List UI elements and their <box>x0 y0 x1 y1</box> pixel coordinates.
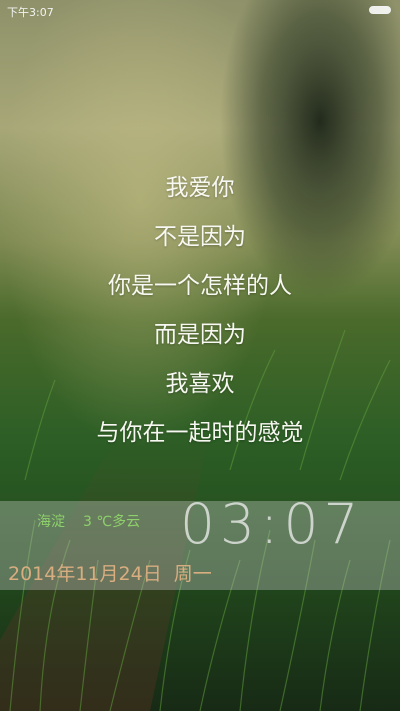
date-text: 2014年11月24日 <box>8 563 162 585</box>
poem-line: 我爱你 <box>165 175 235 201</box>
weather-temperature: 3 ℃ <box>83 514 113 530</box>
poem-line: 你是一个怎样的人 <box>108 273 292 299</box>
poem-line: 不是因为 <box>154 224 246 250</box>
date-display: 2014年11月24日 周一 <box>8 559 212 586</box>
clock-time[interactable]: 03:07 <box>180 492 364 556</box>
clock-weather-widget[interactable]: 海淀 3 ℃多云 03:07 2014年11月24日 周一 <box>0 492 400 590</box>
status-time: 下午3:07 <box>7 6 54 19</box>
weather-condition: 多云 <box>112 514 141 530</box>
poem-line: 我喜欢 <box>165 371 235 397</box>
weather-location: 海淀 <box>37 514 65 530</box>
status-bar: 下午3:07 <box>0 0 400 22</box>
battery-icon <box>369 6 391 14</box>
weekday-text: 周一 <box>173 563 212 585</box>
poem-text: 我爱你 不是因为 你是一个怎样的人 而是因为 我喜欢 与你在一起时的感觉 <box>0 164 400 458</box>
poem-line: 与你在一起时的感觉 <box>96 420 304 446</box>
weather-info[interactable]: 海淀 3 ℃多云 <box>37 511 140 531</box>
poem-line: 而是因为 <box>154 322 246 348</box>
